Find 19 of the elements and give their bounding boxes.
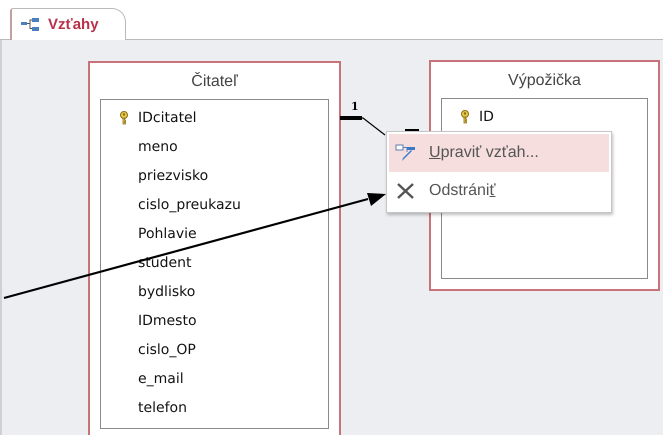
tab[interactable]: Vzťahy [10,8,126,40]
field-name[interactable]: bydlisko [138,284,196,300]
table-title: Výpožička [508,71,581,91]
menu-item[interactable]: Upraviť vzťah... [389,134,609,172]
field-name[interactable]: e_mail [138,370,184,386]
field-name[interactable]: IDmesto [138,312,197,328]
table-title: Čitateľ [191,71,238,92]
field-name[interactable]: Pohlavie [138,226,197,242]
relationships-icon [20,16,40,32]
edit-relationship-icon [395,144,417,162]
field-name[interactable]: priezvisko [138,168,208,184]
field-name[interactable]: IDcitatel [138,110,197,126]
menu-item[interactable]: Odstrániť [389,172,609,210]
field-name[interactable]: telefon [138,400,187,416]
field-name[interactable]: meno [138,138,178,154]
field-name[interactable]: ID [479,108,494,124]
cardinality-label: 1 [351,100,359,113]
field-name[interactable]: cislo_preukazu [138,196,241,212]
field-name[interactable]: cislo_OP [138,342,196,358]
